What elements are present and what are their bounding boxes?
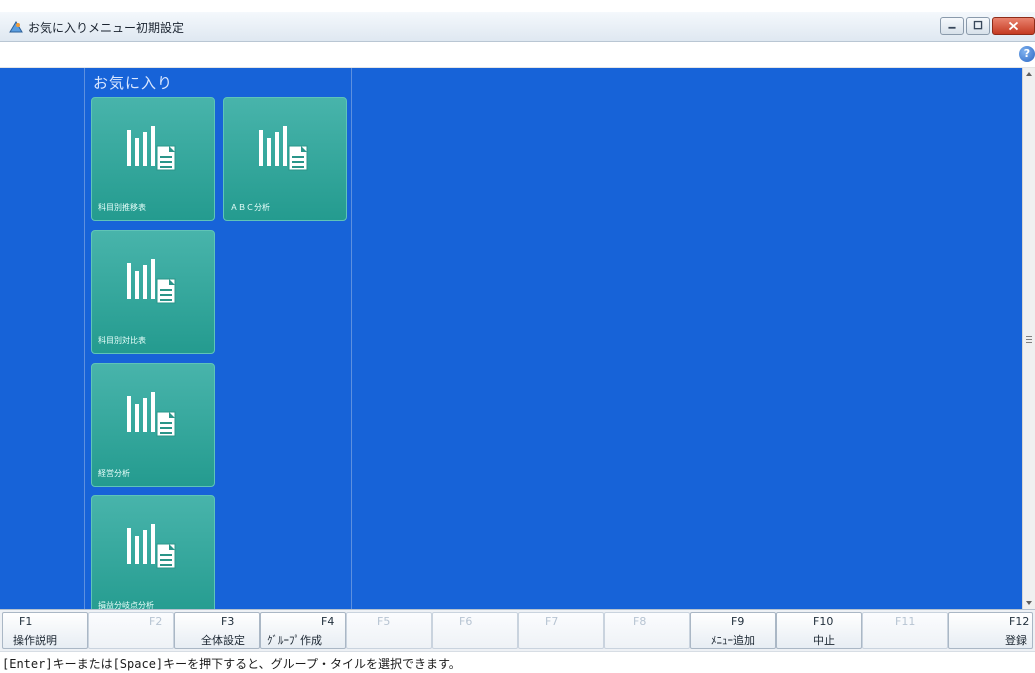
fkey-number: F9 bbox=[731, 615, 745, 628]
fkey-number: F3 bbox=[221, 615, 235, 628]
tile-item[interactable]: 科目別対比表 bbox=[91, 230, 215, 354]
tile-label: 科目別対比表 bbox=[98, 336, 146, 345]
close-button[interactable] bbox=[992, 17, 1035, 35]
f11-button[interactable]: F11 bbox=[862, 612, 948, 649]
f10-button[interactable]: F10 中止 bbox=[776, 612, 862, 649]
scroll-up-icon[interactable] bbox=[1023, 68, 1035, 80]
f1-button[interactable]: F1 操作説明 bbox=[2, 612, 88, 649]
f2-button[interactable]: F2 bbox=[88, 612, 174, 649]
fkey-number: F8 bbox=[633, 615, 647, 628]
favorites-group[interactable]: お気に入り 科目別推移表 ＡＢＣ分析 科目別対比表 経営分析 損益分岐点分析 bbox=[84, 68, 352, 609]
minimize-button[interactable] bbox=[940, 17, 964, 35]
scroll-down-icon[interactable] bbox=[1023, 597, 1035, 609]
fkey-label: 中止 bbox=[813, 634, 835, 647]
fkey-number: F10 bbox=[813, 615, 834, 628]
window-title: お気に入りメニュー初期設定 bbox=[28, 21, 185, 35]
maximize-button[interactable] bbox=[966, 17, 990, 35]
scroll-grip-icon bbox=[1026, 336, 1032, 343]
status-bar: [Enter]キーまたは[Space]キーを押下すると、グループ・タイルを選択で… bbox=[0, 651, 1035, 673]
fkey-number: F1 bbox=[19, 615, 33, 628]
fkey-number: F11 bbox=[895, 615, 916, 628]
minimize-icon bbox=[948, 26, 956, 29]
group-title: お気に入り bbox=[93, 74, 174, 92]
fkey-number: F5 bbox=[377, 615, 391, 628]
report-chart-icon bbox=[127, 126, 176, 171]
fkey-label: 登録 bbox=[1005, 634, 1027, 647]
status-message: [Enter]キーまたは[Space]キーを押下すると、グループ・タイルを選択で… bbox=[2, 657, 461, 671]
tile-label: 損益分岐点分析 bbox=[98, 601, 154, 609]
function-key-bar: F1 操作説明 F2 F3 全体設定 F4 ｸﾞﾙｰﾌﾟ作成 F5 F6 F7 … bbox=[0, 609, 1035, 651]
report-chart-icon bbox=[127, 524, 176, 569]
tile-label: 経営分析 bbox=[98, 469, 130, 478]
vertical-scrollbar[interactable] bbox=[1022, 68, 1035, 609]
f12-button[interactable]: F12 登録 bbox=[948, 612, 1033, 649]
tile-item[interactable]: 科目別推移表 bbox=[91, 97, 215, 221]
f5-button[interactable]: F5 bbox=[346, 612, 432, 649]
f9-button[interactable]: F9 ﾒﾆｭｰ追加 bbox=[690, 612, 776, 649]
fkey-label: ﾒﾆｭｰ追加 bbox=[711, 634, 755, 647]
app-icon bbox=[8, 19, 24, 35]
f4-button[interactable]: F4 ｸﾞﾙｰﾌﾟ作成 bbox=[260, 612, 346, 649]
fkey-label: 全体設定 bbox=[201, 634, 245, 647]
fkey-number: F4 bbox=[321, 615, 335, 628]
title-bar: お気に入りメニュー初期設定 bbox=[0, 12, 1035, 42]
help-icon[interactable]: ? bbox=[1019, 46, 1035, 62]
f6-button[interactable]: F6 bbox=[432, 612, 518, 649]
fkey-label: ｸﾞﾙｰﾌﾟ作成 bbox=[267, 634, 322, 647]
tile-item[interactable]: 損益分岐点分析 bbox=[91, 495, 215, 609]
top-strip bbox=[0, 0, 1035, 12]
tile-label: ＡＢＣ分析 bbox=[230, 203, 270, 212]
f8-button[interactable]: F8 bbox=[604, 612, 690, 649]
favorites-area: お気に入り 科目別推移表 ＡＢＣ分析 科目別対比表 経営分析 損益分岐点分析 bbox=[0, 68, 1022, 609]
toolbar-row: ? bbox=[0, 42, 1035, 68]
f3-button[interactable]: F3 全体設定 bbox=[174, 612, 260, 649]
fkey-number: F2 bbox=[149, 615, 163, 628]
fkey-label: 操作説明 bbox=[13, 634, 57, 647]
fkey-number: F6 bbox=[459, 615, 473, 628]
f7-button[interactable]: F7 bbox=[518, 612, 604, 649]
report-chart-icon bbox=[259, 126, 308, 171]
fkey-number: F7 bbox=[545, 615, 559, 628]
fkey-number: F12 bbox=[1009, 615, 1030, 628]
maximize-icon bbox=[973, 20, 983, 30]
report-chart-icon bbox=[127, 259, 176, 304]
tile-label: 科目別推移表 bbox=[98, 203, 146, 212]
report-chart-icon bbox=[127, 392, 176, 437]
tile-item[interactable]: ＡＢＣ分析 bbox=[223, 97, 347, 221]
close-icon bbox=[1008, 21, 1019, 31]
tile-item[interactable]: 経営分析 bbox=[91, 363, 215, 487]
